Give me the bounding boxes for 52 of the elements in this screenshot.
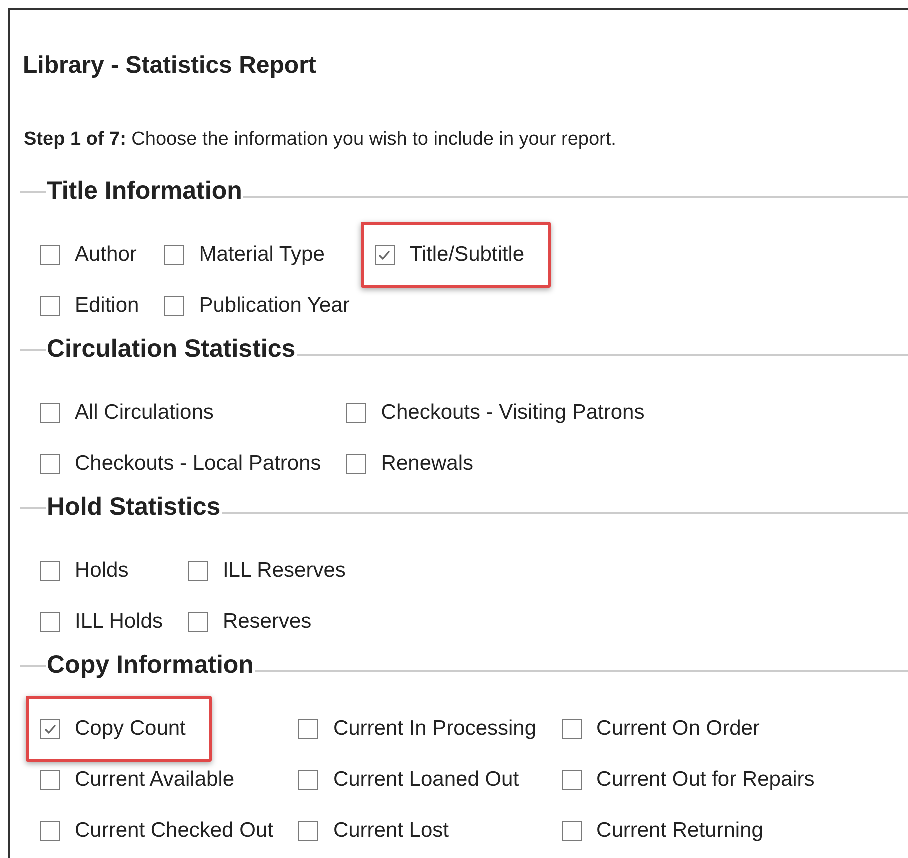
checkbox[interactable]	[374, 245, 395, 265]
checkbox-option[interactable]: ILL Holds	[40, 609, 163, 635]
checkmark-icon	[44, 724, 56, 734]
checkbox[interactable]	[562, 821, 582, 841]
checkbox-option[interactable]: Publication Year	[164, 293, 350, 319]
checkbox-option[interactable]: Reserves	[188, 609, 312, 635]
checkbox-option[interactable]: ILL Reserves	[188, 558, 346, 584]
checkbox-option[interactable]: All Circulations	[40, 400, 214, 426]
checkbox-option[interactable]: Current On Order	[562, 716, 760, 742]
checkbox-option[interactable]: Material Type	[164, 242, 325, 268]
checkbox[interactable]	[40, 561, 60, 581]
checkbox-option[interactable]: Renewals	[346, 451, 474, 477]
checkbox-option[interactable]: Title/Subtitle	[374, 242, 525, 268]
checkbox[interactable]	[346, 454, 366, 474]
checkbox-option[interactable]: Current In Processing	[298, 716, 537, 742]
checkbox[interactable]	[188, 561, 208, 581]
section-heading: Circulation Statistics	[46, 334, 297, 366]
checkbox[interactable]	[562, 770, 582, 790]
checkbox[interactable]	[40, 612, 60, 632]
checkbox[interactable]	[40, 245, 60, 265]
checkbox-option[interactable]: Holds	[40, 558, 129, 584]
checkbox-option[interactable]: Current Out for Repairs	[562, 767, 815, 793]
checkbox[interactable]	[40, 454, 60, 474]
checkbox[interactable]	[40, 821, 60, 841]
checkbox[interactable]	[188, 612, 208, 632]
section-heading: Title Information	[46, 176, 244, 208]
checkbox-option[interactable]: Checkouts - Visiting Patrons	[346, 400, 645, 426]
section-heading: Copy Information	[46, 650, 255, 682]
checkbox-option[interactable]: Checkouts - Local Patrons	[40, 451, 322, 477]
checkbox[interactable]	[40, 403, 60, 423]
checkbox[interactable]	[346, 403, 366, 423]
checkbox[interactable]	[164, 245, 184, 265]
checkbox-option[interactable]: Current Returning	[562, 818, 764, 844]
page-title: Library - Statistics Report	[23, 51, 318, 81]
checkbox[interactable]	[298, 821, 318, 841]
checkbox-option[interactable]: Copy Count	[40, 716, 186, 742]
checkbox-option[interactable]: Edition	[40, 293, 140, 319]
checkbox-option[interactable]: Current Lost	[298, 818, 449, 844]
checkbox[interactable]	[562, 719, 582, 739]
step-instructions: Step 1 of 7: Choose the information you wish to include in your report.	[24, 128, 618, 152]
checkbox[interactable]	[164, 296, 184, 316]
checkbox-option[interactable]: Current Loaned Out	[298, 767, 520, 793]
checkbox[interactable]	[298, 719, 318, 739]
checkbox[interactable]	[298, 770, 318, 790]
checkbox[interactable]	[40, 719, 60, 739]
checkmark-icon	[378, 250, 392, 260]
checkbox[interactable]	[40, 296, 60, 316]
section-heading: Hold Statistics	[46, 492, 222, 524]
checkbox-option[interactable]: Current Checked Out	[40, 818, 274, 844]
checkbox-option[interactable]: Author	[40, 242, 137, 268]
checkbox[interactable]	[40, 770, 60, 790]
checkbox-option[interactable]: Current Available	[40, 767, 235, 793]
